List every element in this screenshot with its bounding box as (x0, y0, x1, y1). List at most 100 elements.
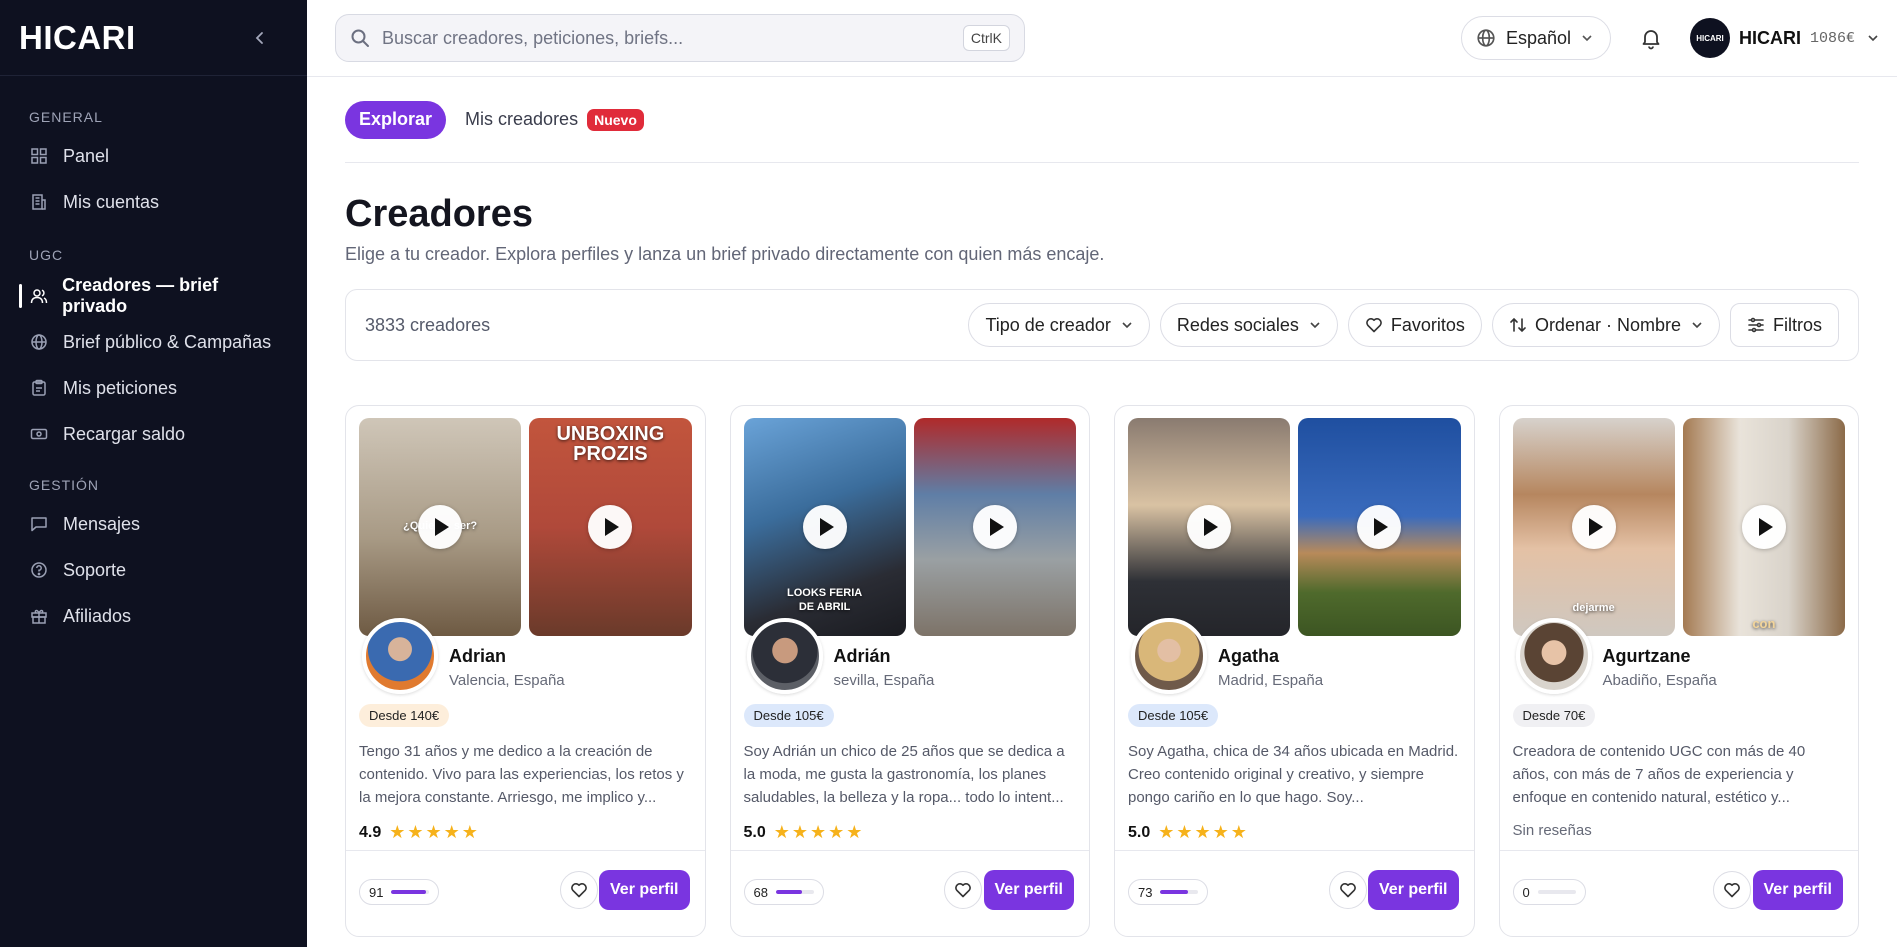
star-icons: ★★★★★ (1158, 822, 1249, 842)
play-icon[interactable] (1741, 505, 1786, 549)
sidebar-item-label: Mis peticiones (63, 377, 178, 398)
view-profile-button[interactable]: Ver perfil (599, 870, 690, 910)
sidebar-item-creators[interactable]: Creadores — brief privado (0, 273, 307, 319)
score-bar (1160, 890, 1199, 894)
tab-explore[interactable]: Explorar (345, 100, 447, 139)
chevron-down-icon (1692, 322, 1702, 329)
score-bar-fill (775, 890, 802, 894)
video-caption: LOOKS FERIA DE ABRIL (787, 587, 863, 613)
video-previews: LOOKS FERIA DE ABRIL (743, 418, 1076, 636)
creator-description: Creadora de contenido UGC con más de 40 … (1512, 743, 1806, 806)
favorite-button[interactable] (559, 871, 598, 909)
notifications-button[interactable] (1639, 26, 1663, 50)
chevron-down-icon (1310, 322, 1320, 329)
collapse-sidebar-button[interactable] (249, 27, 271, 49)
video-thumbnail[interactable]: dejarme (1512, 418, 1675, 636)
play-icon[interactable] (418, 505, 463, 549)
play-icon[interactable] (802, 505, 847, 549)
score-badge: 73 (1128, 879, 1209, 905)
play-icon[interactable] (1357, 505, 1402, 549)
play-icon[interactable] (588, 505, 633, 549)
video-thumbnail[interactable] (1298, 418, 1461, 636)
play-icon[interactable] (1187, 505, 1232, 549)
bell-icon (1642, 30, 1660, 50)
favorite-button[interactable] (944, 871, 982, 909)
view-profile-button[interactable]: Ver perfil (1752, 870, 1843, 910)
video-thumbnail[interactable]: con (1682, 418, 1845, 636)
clipboard-icon (29, 378, 49, 398)
creator-count: 3833 creadores (365, 314, 491, 335)
view-profile-button[interactable]: Ver perfil (1368, 870, 1459, 910)
search-input[interactable] (382, 27, 963, 49)
tab-my-creators[interactable]: Mis creadores Nuevo (465, 108, 644, 131)
creator-location: sevilla, España (833, 672, 935, 689)
sidebar-item-accounts[interactable]: Mis cuentas (0, 179, 307, 225)
rating: 5.0 ★★★★★ (1128, 822, 1249, 843)
language-selector[interactable]: Español (1461, 16, 1611, 60)
video-thumbnail[interactable] (1128, 418, 1291, 636)
logo[interactable]: HICARI (19, 19, 136, 57)
sidebar-item-public-brief[interactable]: Brief público & Campañas (0, 319, 307, 365)
creator-card[interactable]: ¿Quieres ser? UNBOXING PROZIS Adrian Val… (345, 405, 706, 937)
sidebar-item-affiliates[interactable]: Afiliados (0, 593, 307, 639)
page-subtitle: Elige a tu creador. Explora perfiles y l… (345, 244, 1105, 264)
view-profile-button[interactable]: Ver perfil (983, 870, 1074, 910)
grid-icon (29, 146, 49, 166)
rating-value: 4.9 (359, 823, 382, 841)
sort-selector[interactable]: Ordenar · Nombre (1491, 303, 1720, 347)
creator-description: Tengo 31 años y me dedico a la creación … (359, 743, 684, 806)
play-icon[interactable] (972, 505, 1017, 549)
user-menu[interactable]: HICARI HICARI 1086€ (1690, 18, 1879, 58)
sidebar-item-support[interactable]: Soporte (0, 547, 307, 593)
sidebar-item-messages[interactable]: Mensajes (0, 501, 307, 547)
rating: Sin reseñas (1513, 822, 1592, 839)
price-badge: Desde 105€ (1128, 704, 1219, 727)
avatar[interactable] (1131, 618, 1207, 694)
globe-icon (1477, 29, 1495, 47)
score-bar (1537, 890, 1576, 894)
creator-card[interactable]: LOOKS FERIA DE ABRIL Adrián sevilla, Esp… (729, 405, 1090, 937)
filter-toolbar: 3833 creadores Tipo de creador Redes soc… (345, 289, 1859, 361)
creator-card[interactable]: Agatha Madrid, España Desde 105€ Soy Aga… (1114, 405, 1475, 937)
avatar[interactable] (746, 618, 823, 694)
sidebar-item-topup[interactable]: Recargar saldo (0, 411, 307, 457)
heart-icon (1366, 318, 1382, 333)
creator-name[interactable]: Adrián (834, 646, 891, 667)
users-icon (29, 286, 48, 306)
creator-card[interactable]: dejarme con Agurtzane Abadiño, España De… (1498, 405, 1859, 937)
video-previews (1128, 418, 1461, 636)
video-thumbnail[interactable]: LOOKS FERIA DE ABRIL (743, 418, 906, 636)
section-title-general: GENERAL (29, 109, 103, 125)
creator-name[interactable]: Agatha (1218, 646, 1279, 667)
user-balance: 1086€ (1810, 29, 1856, 47)
favorites-filter[interactable]: Favoritos (1347, 303, 1482, 347)
play-icon[interactable] (1571, 505, 1616, 549)
social-networks-filter[interactable]: Redes sociales (1159, 303, 1338, 347)
creator-location: Valencia, España (449, 672, 565, 689)
video-thumbnail[interactable] (913, 418, 1076, 636)
heart-icon (955, 883, 971, 898)
score-badge: 91 (359, 879, 440, 905)
sidebar-item-panel[interactable]: Panel (0, 133, 307, 179)
avatar[interactable] (1515, 618, 1592, 694)
creator-type-filter[interactable]: Tipo de creador (968, 303, 1150, 347)
price-badge: Desde 140€ (359, 704, 450, 727)
creator-name[interactable]: Adrian (449, 646, 506, 667)
favorite-button[interactable] (1713, 871, 1751, 909)
score-bar (391, 890, 430, 894)
filters-button[interactable]: Filtros (1730, 303, 1839, 347)
sliders-icon (1748, 317, 1764, 333)
score-badge: 68 (743, 879, 824, 905)
favorite-button[interactable] (1328, 871, 1367, 909)
video-thumbnail[interactable]: ¿Quieres ser? (359, 418, 522, 636)
creator-grid: ¿Quieres ser? UNBOXING PROZIS Adrian Val… (345, 405, 1859, 937)
creator-name[interactable]: Agurtzane (1603, 646, 1691, 667)
sidebar-item-label: Creadores — brief privado (62, 275, 219, 316)
video-thumbnail[interactable]: UNBOXING PROZIS (529, 418, 692, 636)
help-icon (29, 560, 49, 580)
search-bar[interactable]: CtrlK (335, 14, 1025, 62)
heart-icon (1724, 883, 1740, 898)
main-content: Explorar Mis creadores Nuevo Creadores E… (345, 77, 1859, 937)
avatar[interactable] (362, 618, 438, 694)
sidebar-item-requests[interactable]: Mis peticiones (0, 365, 307, 411)
